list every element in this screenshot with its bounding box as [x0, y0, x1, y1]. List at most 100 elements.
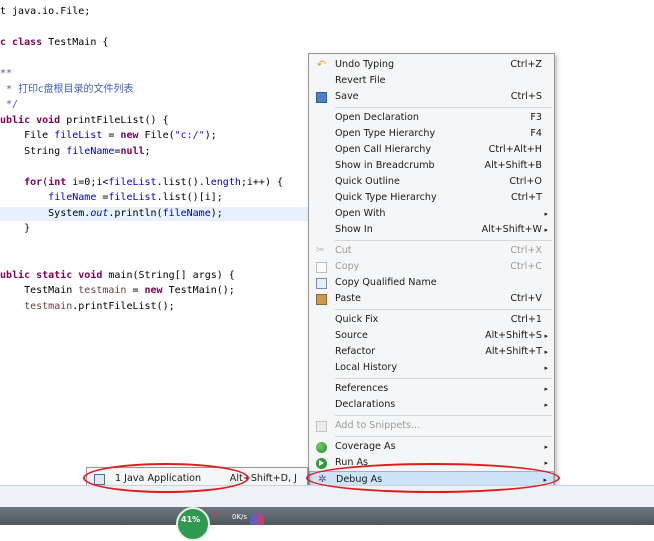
- code-token: main(String[] args) {: [102, 269, 235, 281]
- code-token: c: [0, 37, 13, 48]
- menu-item-open-call-hierarchy[interactable]: Open Call Hierarchy Ctrl+Alt+H: [309, 142, 554, 158]
- code-token: printFileList() {: [60, 114, 169, 126]
- menu-item-quick-type-hierarchy[interactable]: Quick Type Hierarchy Ctrl+T: [309, 190, 554, 206]
- code-token: *: [0, 83, 19, 95]
- menu-item-local-history[interactable]: Local History ▸: [309, 360, 554, 376]
- tray-icon: [250, 513, 264, 525]
- menu-item-shortcut: Ctrl+1: [510, 314, 542, 325]
- menu-item-label: Open Type Hierarchy: [335, 128, 436, 139]
- bottom-panel-tabs: [0, 485, 654, 508]
- menu-item-label: Open Call Hierarchy: [335, 144, 432, 155]
- menu-item-show-in-breadcrumb[interactable]: Show in Breadcrumb Alt+Shift+B: [309, 158, 554, 174]
- menu-item-add-to-snippets[interactable]: Add to Snippets...: [309, 418, 554, 434]
- submenu-arrow-icon: ▸: [544, 401, 548, 409]
- menu-item-source[interactable]: Source Alt+Shift+S ▸: [309, 328, 554, 344]
- code-token: TestMain: [0, 285, 79, 296]
- menu-item-shortcut: Alt+Shift+W: [481, 224, 542, 235]
- menu-item-label: Undo Typing: [335, 59, 395, 70]
- code-line: c class TestMain {: [0, 36, 308, 50]
- code-token: ;i++) {: [240, 176, 284, 188]
- menu-item-cut[interactable]: ✂ Cut Ctrl+X: [309, 243, 554, 259]
- code-token: 打印c盘根目录的文件列表: [18, 83, 134, 95]
- coverage-icon: [316, 442, 327, 453]
- code-line: ublic static void main(String[] args) {: [0, 269, 308, 283]
- code-line: }: [0, 222, 308, 236]
- code-token: TestMain {: [42, 37, 109, 48]
- annotation-ellipse-java-application: [83, 463, 249, 493]
- menu-item-shortcut: Ctrl+C: [510, 261, 542, 272]
- code-token: "c:/": [174, 130, 205, 141]
- menu-item-quick-outline[interactable]: Quick Outline Ctrl+O: [309, 174, 554, 190]
- code-token: String: [0, 145, 67, 157]
- menu-item-shortcut: Ctrl+O: [509, 176, 542, 187]
- menu-item-references[interactable]: References ▸: [309, 381, 554, 397]
- paste-icon: [316, 294, 327, 305]
- code-token: ;: [144, 145, 151, 157]
- cut-icon: ✂: [316, 245, 325, 256]
- menu-item-label: Quick Outline: [335, 176, 400, 187]
- submenu-arrow-icon: ▸: [544, 364, 548, 372]
- menu-item-label: Coverage As: [335, 441, 396, 452]
- code-token: fileList: [108, 192, 157, 203]
- menu-item-label: Open With: [335, 208, 386, 219]
- menu-item-coverage-as[interactable]: Coverage As ▸: [309, 439, 554, 455]
- menu-item-declarations[interactable]: Declarations ▸: [309, 397, 554, 413]
- menu-item-refactor[interactable]: Refactor Alt+Shift+T ▸: [309, 344, 554, 360]
- memory-gauge-icon: [176, 507, 210, 541]
- network-speed: 0K/s: [232, 513, 248, 521]
- code-token: i=0;i<: [66, 176, 109, 188]
- menu-item-shortcut: Alt+Shift+S: [485, 330, 542, 341]
- menu-item-label: Save: [335, 91, 359, 102]
- code-token: */: [0, 99, 19, 110]
- copy-qualified-icon: [316, 278, 327, 289]
- code-token: void: [36, 114, 61, 126]
- menu-item-shortcut: Ctrl+Alt+H: [488, 144, 542, 155]
- menu-item-revert-file[interactable]: Revert File: [309, 73, 554, 89]
- menu-item-copy-qualified-name[interactable]: Copy Qualified Name: [309, 275, 554, 291]
- menu-separator: [335, 436, 552, 437]
- menu-item-undo-typing[interactable]: ↶ Undo Typing Ctrl+Z: [309, 57, 554, 73]
- menu-item-label: Quick Type Hierarchy: [335, 192, 437, 203]
- submenu-arrow-icon: ▸: [544, 348, 548, 356]
- code-token: testmain: [78, 285, 127, 296]
- menu-separator: [335, 107, 552, 108]
- menu-item-label: Local History: [335, 362, 398, 373]
- taskbar: [0, 507, 654, 525]
- code-token: File(: [138, 130, 175, 141]
- code-token: );: [210, 207, 223, 219]
- menu-separator: [335, 415, 552, 416]
- code-token: .println(: [108, 207, 163, 219]
- code-token: out: [90, 207, 109, 219]
- code-token: for: [24, 176, 43, 188]
- menu-item-label: Source: [335, 330, 368, 341]
- menu-item-paste[interactable]: Paste Ctrl+V: [309, 291, 554, 307]
- code-token: int: [48, 176, 67, 188]
- code-token: length: [204, 176, 241, 188]
- submenu-arrow-icon: ▸: [544, 226, 548, 234]
- code-token: class: [12, 37, 43, 48]
- menu-item-open-declaration[interactable]: Open Declaration F3: [309, 110, 554, 126]
- copy-icon: [316, 262, 327, 273]
- menu-item-show-in[interactable]: Show In Alt+Shift+W ▸: [309, 222, 554, 238]
- menu-item-open-type-hierarchy[interactable]: Open Type Hierarchy F4: [309, 126, 554, 142]
- code-token: fileName: [48, 192, 97, 203]
- menu-item-label: Open Declaration: [335, 112, 419, 123]
- code-token: =: [126, 285, 145, 296]
- menu-item-label: Add to Snippets...: [335, 420, 421, 431]
- code-token: System.: [0, 207, 91, 219]
- menu-item-open-with[interactable]: Open With ▸: [309, 206, 554, 222]
- menu-item-quick-fix[interactable]: Quick Fix Ctrl+1: [309, 312, 554, 328]
- save-icon: [316, 92, 327, 103]
- menu-item-label: Cut: [335, 245, 352, 256]
- menu-item-copy[interactable]: Copy Ctrl+C: [309, 259, 554, 275]
- submenu-arrow-icon: ▸: [544, 210, 548, 218]
- code-line: **: [0, 67, 308, 81]
- menu-item-save[interactable]: Save Ctrl+S: [309, 89, 554, 105]
- menu-item-shortcut: Alt+Shift+B: [484, 160, 542, 171]
- code-token: void: [78, 269, 103, 281]
- code-line: String fileName=null;: [0, 145, 308, 159]
- code-line: testmain.printFileList();: [0, 300, 308, 314]
